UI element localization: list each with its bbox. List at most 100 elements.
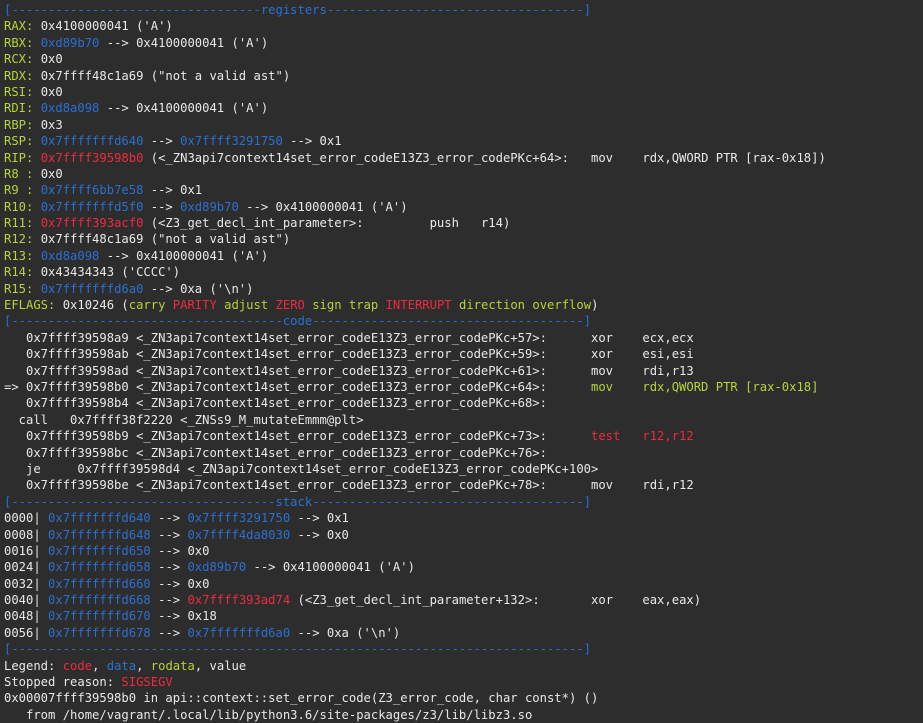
stack-section-title: stack: [275, 494, 313, 509]
register-row: R15: 0x7fffffffd6a0 --> 0xa ('\n'): [4, 281, 923, 297]
stopped-reason-line: Stopped reason: SIGSEGV: [4, 674, 923, 690]
code-row-text: test r12,r12: [591, 429, 694, 444]
register-row: EFLAGS: 0x10246 (carry PARITY adjust ZER…: [4, 297, 923, 313]
stack-row-text: 0x7ffff3291750: [187, 511, 291, 526]
register-row: RDI: 0xd8a098 --> 0x4100000041 ('A'): [4, 100, 923, 116]
legend-rodata: rodata: [150, 658, 195, 673]
code-row-text: 0x7ffff39598be <_ZN3api7context14set_err…: [4, 478, 694, 493]
register-row-text: --> 0x4100000041 ('A'): [99, 35, 269, 50]
register-name: EFLAGS:: [4, 298, 56, 313]
register-row: RBX: 0xd89b70 --> 0x4100000041 ('A'): [4, 35, 923, 51]
register-row: RCX: 0x0: [4, 51, 923, 67]
stack-row: 0032| 0x7fffffffd660 --> 0x0: [4, 576, 923, 592]
stack-row-text: 0x7fffffffd658: [48, 560, 151, 575]
register-row: R9 : 0x7ffff6bb7e58 --> 0x1: [4, 182, 923, 198]
register-row-text: -->: [143, 134, 181, 149]
code-row-text: => 0x7ffff39598b0 <_ZN3api7context14set_…: [4, 379, 591, 394]
code-row: 0x7ffff39598ad <_ZN3api7context14set_err…: [4, 363, 923, 379]
registers-section-title: registers: [260, 3, 327, 17]
stack-row-text: 0032|: [4, 576, 49, 591]
register-row-text: ZERO: [275, 298, 305, 313]
stack-row-text: 0x7fffffffd668: [48, 593, 151, 608]
register-name: RBP:: [4, 117, 34, 132]
gdb-peda-terminal[interactable]: [----------------------------------regis…: [0, 0, 923, 722]
register-row: RDX: 0x7ffff48c1a69 ("not a valid ast"): [4, 68, 923, 84]
stack-row-text: 0x7fffffffd660: [48, 576, 151, 591]
register-row-text: 0x10246 (: [55, 298, 129, 313]
register-name: R14:: [4, 265, 34, 280]
register-row-text: (<_ZN3api7context14set_error_codeE13Z3_e…: [143, 150, 826, 165]
stack-row-text: --> 0x1: [290, 511, 349, 526]
code-row-text: 0x7ffff39598b9 <_ZN3api7context14set_err…: [4, 429, 591, 444]
register-name: R15:: [4, 281, 34, 296]
register-row: R12: 0x7ffff48c1a69 ("not a valid ast"): [4, 231, 923, 247]
register-name: R8 :: [4, 166, 34, 181]
code-row: 0x7ffff39598bc <_ZN3api7context14set_err…: [4, 445, 923, 461]
code-row-text: mov rdx,QWORD PTR [rax-0x18]: [591, 379, 819, 394]
register-row-text: 0x7fffffffd6a0: [33, 281, 144, 296]
stack-row-text: -->: [150, 511, 188, 526]
register-row-text: 0x43434343 ('CCCC'): [33, 265, 181, 280]
stack-row-text: --> 0x0: [150, 576, 210, 591]
stack-row: 0016| 0x7fffffffd650 --> 0x0: [4, 543, 923, 559]
register-row-text: --> 0x1: [282, 134, 342, 149]
code-panel: 0x7ffff39598a9 <_ZN3api7context14set_err…: [4, 330, 923, 494]
crash-location-line: 0x00007ffff39598b0 in api::context::set_…: [4, 691, 599, 706]
stack-row-text: --> 0x4100000041 ('A'): [246, 560, 415, 575]
register-row: R13: 0xd8a098 --> 0x4100000041 ('A'): [4, 248, 923, 264]
register-row: RIP: 0x7ffff39598b0 (<_ZN3api7context14s…: [4, 150, 923, 166]
register-row-text: 0x7ffff48c1a69 ("not a valid ast"): [33, 68, 291, 83]
code-row-text: call 0x7ffff38f2220 <_ZNSs9_M_mutateEmmm…: [4, 412, 364, 427]
register-name: RDI:: [4, 101, 34, 116]
register-row: R8 : 0x0: [4, 166, 923, 182]
stack-row-text: --> 0x0: [290, 527, 349, 542]
register-row: RSP: 0x7fffffffd640 --> 0x7ffff3291750 -…: [4, 133, 923, 149]
stack-row: 0008| 0x7fffffffd648 --> 0x7ffff4da8030 …: [4, 527, 923, 543]
legend-value: value: [209, 658, 247, 673]
stack-row-text: -->: [150, 625, 188, 640]
stack-row: 0040| 0x7fffffffd668 --> 0x7ffff393ad74 …: [4, 592, 923, 608]
register-row: RAX: 0x4100000041 ('A'): [4, 18, 923, 34]
stack-row: 0048| 0x7fffffffd670 --> 0x18: [4, 608, 923, 624]
stack-row-text: 0048|: [4, 609, 49, 624]
code-row: 0x7ffff39598b9 <_ZN3api7context14set_err…: [4, 428, 923, 444]
stack-row-text: (<Z3_get_decl_int_parameter+132>: xor ea…: [290, 593, 702, 608]
stack-row-text: 0x7fffffffd650: [48, 543, 151, 558]
register-row-text: 0x4100000041 ('A'): [33, 19, 173, 34]
register-name: RSP:: [4, 134, 34, 149]
stack-row-text: --> 0x0: [150, 543, 210, 558]
stack-row-text: 0000|: [4, 511, 49, 526]
code-row-text: 0x7ffff39598a9 <_ZN3api7context14set_err…: [4, 330, 694, 345]
registers-panel: RAX: 0x4100000041 ('A') RBX: 0xd89b70 -->…: [4, 18, 923, 313]
code-row: call 0x7ffff38f2220 <_ZNSs9_M_mutateEmmm…: [4, 412, 923, 428]
stack-row-text: 0056|: [4, 625, 49, 640]
register-row-text: 0x0: [33, 52, 63, 67]
stack-row-text: 0024|: [4, 560, 49, 575]
stack-row-text: 0x7fffffffd678: [48, 625, 151, 640]
register-row-text: 0xd89b70: [180, 199, 239, 214]
stopped-reason-value: SIGSEGV: [121, 675, 173, 690]
register-name: RCX:: [4, 52, 34, 67]
stack-row-text: -->: [150, 593, 188, 608]
code-row-text: 0x7ffff39598b4 <_ZN3api7context14set_err…: [4, 396, 547, 411]
stack-row: 0056| 0x7fffffffd678 --> 0x7fffffffd6a0 …: [4, 625, 923, 641]
stack-row: 0024| 0x7fffffffd658 --> 0xd89b70 --> 0x…: [4, 559, 923, 575]
code-row: 0x7ffff39598b4 <_ZN3api7context14set_err…: [4, 395, 923, 411]
register-name: R9 :: [4, 183, 34, 198]
register-row-text: (<Z3_get_decl_int_parameter>: push r14): [143, 216, 511, 231]
code-section-title: code: [282, 314, 313, 329]
register-row-text: INTERRUPT: [385, 298, 452, 313]
register-row: R14: 0x43434343 ('CCCC'): [4, 264, 923, 280]
register-row-text: 0xd89b70: [33, 35, 100, 50]
register-row-text: 0x7ffff6bb7e58: [33, 183, 144, 198]
register-row: R11: 0x7ffff393acf0 (<Z3_get_decl_int_pa…: [4, 215, 923, 231]
stack-row-text: 0016|: [4, 543, 49, 558]
register-row-text: adjust: [216, 298, 276, 313]
bottom-separator: [---------------------------------------…: [4, 642, 591, 657]
register-name: RAX:: [4, 19, 34, 34]
register-row-text: direction overflow: [451, 298, 592, 313]
register-row-text: 0x7ffff393acf0: [33, 216, 144, 231]
stack-row-text: 0x7fffffffd640: [48, 511, 151, 526]
register-row-text: --> 0x4100000041 ('A'): [99, 248, 269, 263]
legend-line: Legend: code, data, rodata, value: [4, 658, 247, 673]
